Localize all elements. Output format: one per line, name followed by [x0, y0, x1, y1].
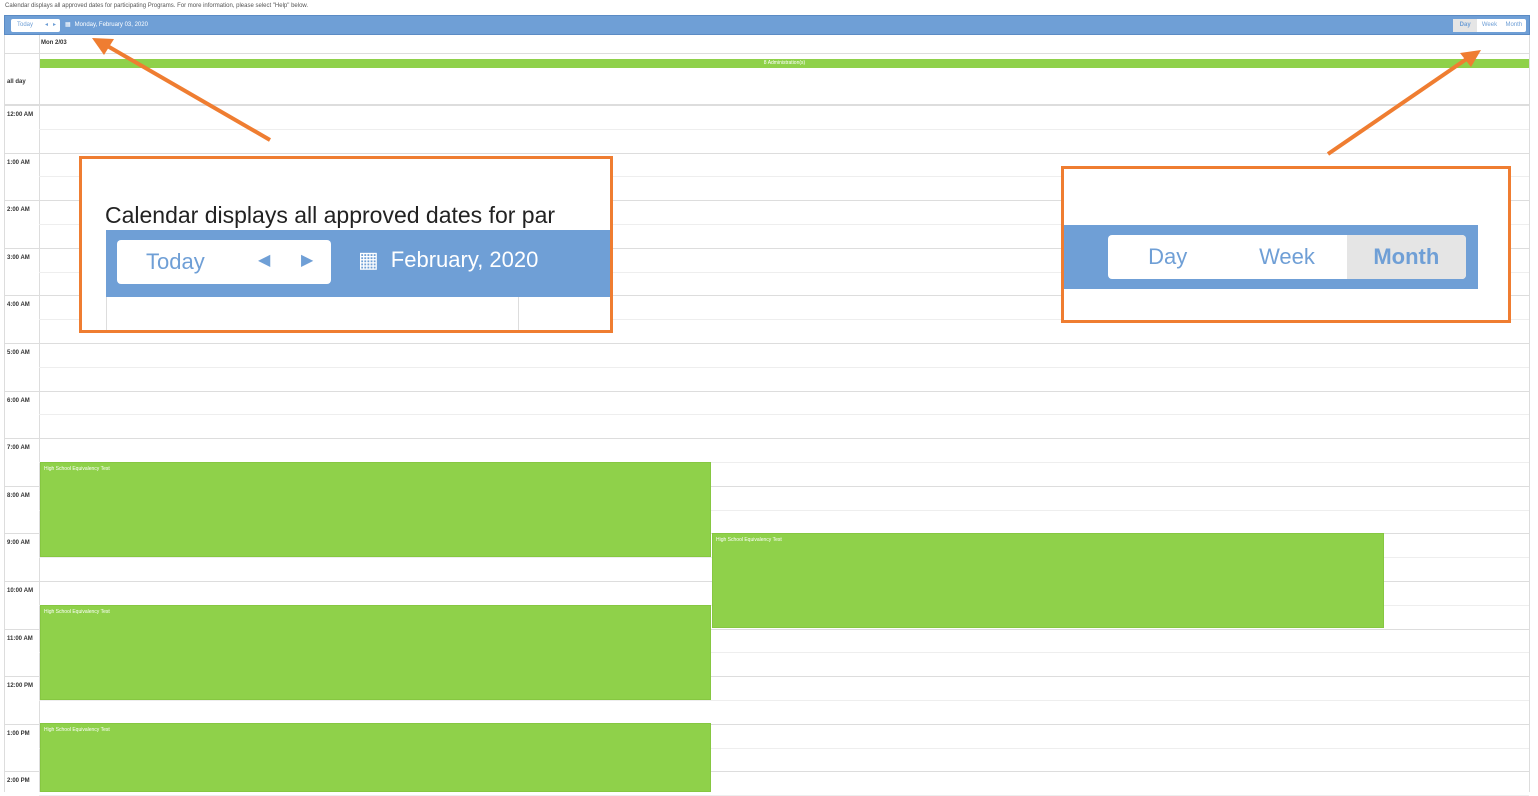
arrow-head-right [1460, 50, 1481, 67]
annotation-arrows [92, 38, 1481, 156]
arrow-line-right [1326, 56, 1470, 156]
arrow-line-left [102, 42, 272, 142]
